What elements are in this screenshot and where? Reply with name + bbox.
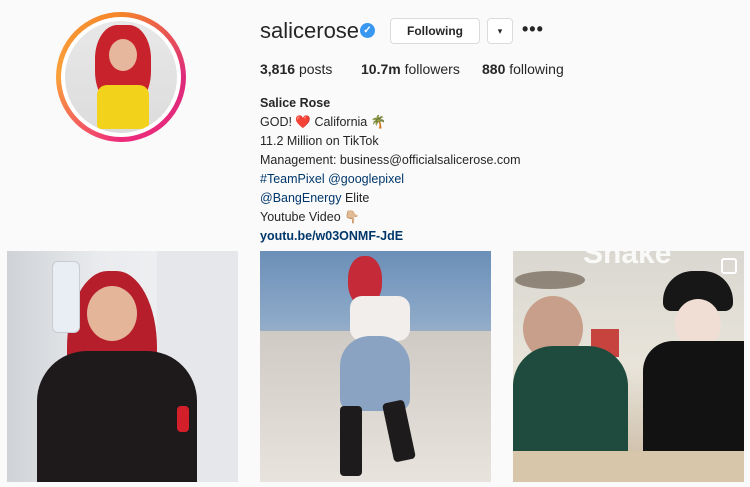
verified-badge-icon: ✓ [360, 23, 375, 38]
following-stat[interactable]: 880 following [482, 61, 564, 77]
following-count: 880 [482, 61, 506, 77]
reel-icon [721, 258, 737, 274]
post-thumbnail-2[interactable] [260, 251, 491, 482]
avatar-frame [61, 17, 181, 137]
bio-line-3: Management: business@officialsalicerose.… [260, 153, 521, 167]
following-label: following [509, 61, 564, 77]
posts-label: posts [298, 61, 333, 77]
bio-line-5: @BangEnergy Elite [260, 189, 521, 208]
avatar-top [97, 85, 149, 129]
bio-line-2: 11.2 Million on TikTok [260, 134, 379, 148]
bio-line-4: #TeamPixel @googlepixel [260, 170, 521, 189]
posts-stat: 3,816 posts [260, 61, 332, 77]
person-jacket [37, 351, 197, 482]
profile-full-name: Salice Rose [260, 96, 331, 110]
mention-googlepixel-link[interactable]: @googlepixel [328, 172, 404, 186]
story-ring[interactable] [56, 12, 186, 142]
bio-line-1: GOD! ❤️ California 🌴 [260, 115, 387, 129]
red-accessory [177, 406, 189, 432]
can-image [52, 261, 80, 333]
profile-avatar[interactable] [65, 21, 177, 133]
person-face [87, 286, 137, 341]
more-options-icon[interactable]: ••• [522, 18, 544, 40]
mention-bangenergy-link[interactable]: @BangEnergy [260, 191, 342, 205]
post-thumbnail-1[interactable] [7, 251, 238, 482]
posts-count: 3,816 [260, 61, 296, 77]
hashtag-link[interactable]: #TeamPixel [260, 172, 325, 186]
followers-count: 10.7m [361, 61, 401, 77]
bio-elite-text: Elite [341, 191, 370, 205]
website-link[interactable]: youtu.be/w03ONMF-JdE [260, 227, 521, 246]
white-top [350, 296, 410, 341]
avatar-face [109, 39, 137, 71]
boot-left [340, 406, 362, 476]
post-overlay-text: Shake [583, 251, 672, 270]
profile-bio: Salice Rose GOD! ❤️ California 🌴 11.2 Mi… [260, 94, 521, 246]
following-button[interactable]: Following [390, 18, 480, 44]
post-thumbnail-3[interactable]: Shake [513, 251, 744, 482]
followers-stat[interactable]: 10.7m followers [361, 61, 460, 77]
bio-line-6: Youtube Video 👇🏼 [260, 210, 360, 224]
followers-label: followers [404, 61, 460, 77]
profile-username: salicerose [260, 18, 360, 43]
table [513, 451, 744, 482]
ceiling-fan [515, 271, 585, 289]
chevron-down-icon[interactable]: ▾ [487, 18, 513, 44]
